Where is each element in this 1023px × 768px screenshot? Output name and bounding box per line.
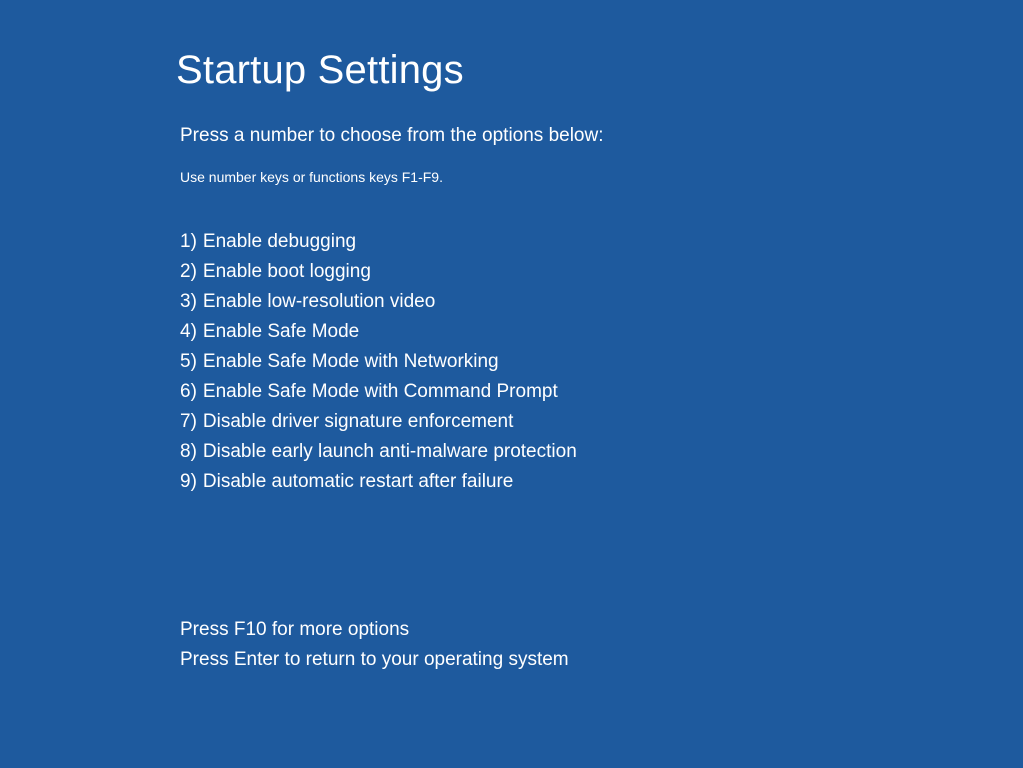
more-options-hint: Press F10 for more options bbox=[180, 615, 1023, 645]
option-number: 5) bbox=[180, 347, 197, 377]
option-enable-boot-logging[interactable]: 2) Enable boot logging bbox=[180, 257, 1023, 287]
option-number: 8) bbox=[180, 437, 197, 467]
footer-instructions: Press F10 for more options Press Enter t… bbox=[176, 615, 1023, 675]
startup-settings-screen: Startup Settings Press a number to choos… bbox=[0, 0, 1023, 675]
option-label: Enable debugging bbox=[203, 227, 356, 257]
page-title: Startup Settings bbox=[176, 48, 1023, 93]
option-number: 7) bbox=[180, 407, 197, 437]
option-disable-auto-restart[interactable]: 9) Disable automatic restart after failu… bbox=[180, 467, 1023, 497]
option-label: Enable Safe Mode with Command Prompt bbox=[203, 377, 558, 407]
option-number: 2) bbox=[180, 257, 197, 287]
option-number: 4) bbox=[180, 317, 197, 347]
option-number: 9) bbox=[180, 467, 197, 497]
options-list: 1) Enable debugging 2) Enable boot loggi… bbox=[176, 227, 1023, 497]
instruction-text: Press a number to choose from the option… bbox=[176, 125, 1023, 147]
option-label: Enable low-resolution video bbox=[203, 287, 435, 317]
option-disable-anti-malware[interactable]: 8) Disable early launch anti-malware pro… bbox=[180, 437, 1023, 467]
option-number: 3) bbox=[180, 287, 197, 317]
option-label: Disable automatic restart after failure bbox=[203, 467, 513, 497]
option-enable-safe-mode-cmd[interactable]: 6) Enable Safe Mode with Command Prompt bbox=[180, 377, 1023, 407]
return-hint: Press Enter to return to your operating … bbox=[180, 645, 1023, 675]
option-enable-debugging[interactable]: 1) Enable debugging bbox=[180, 227, 1023, 257]
option-label: Disable driver signature enforcement bbox=[203, 407, 514, 437]
option-enable-safe-mode[interactable]: 4) Enable Safe Mode bbox=[180, 317, 1023, 347]
option-disable-driver-sig[interactable]: 7) Disable driver signature enforcement bbox=[180, 407, 1023, 437]
option-label: Enable Safe Mode bbox=[203, 317, 359, 347]
option-number: 1) bbox=[180, 227, 197, 257]
option-label: Enable Safe Mode with Networking bbox=[203, 347, 499, 377]
hint-text: Use number keys or functions keys F1-F9. bbox=[176, 169, 1023, 185]
option-enable-safe-mode-networking[interactable]: 5) Enable Safe Mode with Networking bbox=[180, 347, 1023, 377]
option-label: Enable boot logging bbox=[203, 257, 371, 287]
option-enable-low-res-video[interactable]: 3) Enable low-resolution video bbox=[180, 287, 1023, 317]
option-number: 6) bbox=[180, 377, 197, 407]
option-label: Disable early launch anti-malware protec… bbox=[203, 437, 577, 467]
